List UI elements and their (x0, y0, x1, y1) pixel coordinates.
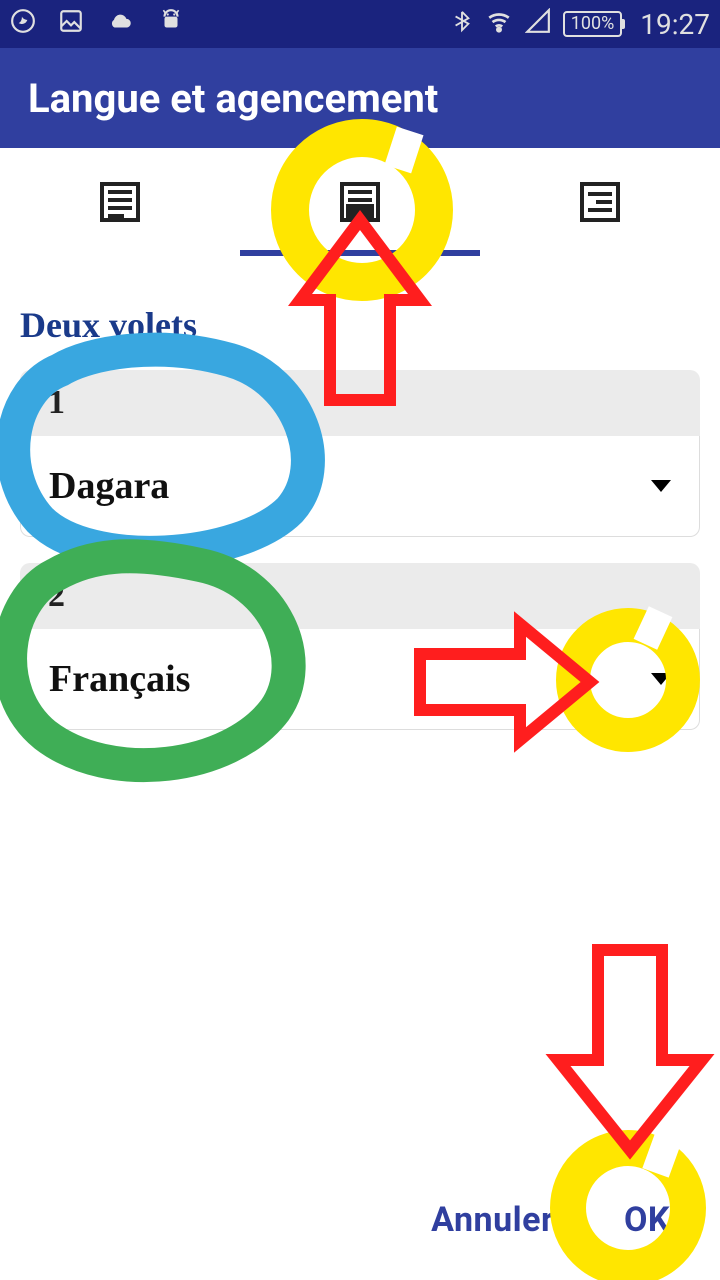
image-icon (58, 8, 84, 40)
pane-number-1: 1 (20, 370, 700, 436)
app-bar: Langue et agencement (0, 48, 720, 148)
dialog-footer: Annuler OK (0, 1160, 720, 1280)
status-bar: 100% 19:27 (0, 0, 720, 48)
clock-text: 19:27 (640, 8, 710, 41)
dropdown-caret-icon (651, 673, 671, 685)
pane-language-text-2: Français (49, 657, 190, 701)
section-title: Deux volets (20, 304, 700, 346)
dropdown-caret-icon (651, 480, 671, 492)
ok-button[interactable]: OK (624, 1200, 670, 1240)
pane-group-1: 1 Dagara (20, 370, 700, 537)
content-area: Deux volets 1 Dagara 2 Français (0, 256, 720, 778)
android-icon (158, 8, 184, 40)
layout-tabs (0, 148, 720, 256)
cancel-button[interactable]: Annuler (431, 1200, 554, 1240)
pane-group-2: 2 Français (20, 563, 700, 730)
status-right-icons: 100% 19:27 (451, 8, 710, 41)
battery-indicator: 100% (563, 11, 623, 37)
signal-icon (525, 8, 551, 40)
phoenix-icon (10, 8, 36, 40)
page-title: Langue et agencement (28, 75, 438, 122)
bluetooth-icon (451, 8, 473, 40)
pane-language-select-2[interactable]: Français (20, 629, 700, 730)
status-left-icons (10, 8, 184, 40)
pane-language-select-1[interactable]: Dagara (20, 436, 700, 537)
arrow-down-ok (558, 950, 702, 1150)
pane-number-2: 2 (20, 563, 700, 629)
pane-language-text-1: Dagara (49, 464, 169, 508)
tab-verse-by-verse[interactable] (480, 148, 720, 256)
cloud-icon (106, 8, 136, 40)
tab-two-panes[interactable] (240, 148, 480, 256)
tab-single-pane[interactable] (0, 148, 240, 256)
wifi-icon (485, 8, 513, 40)
